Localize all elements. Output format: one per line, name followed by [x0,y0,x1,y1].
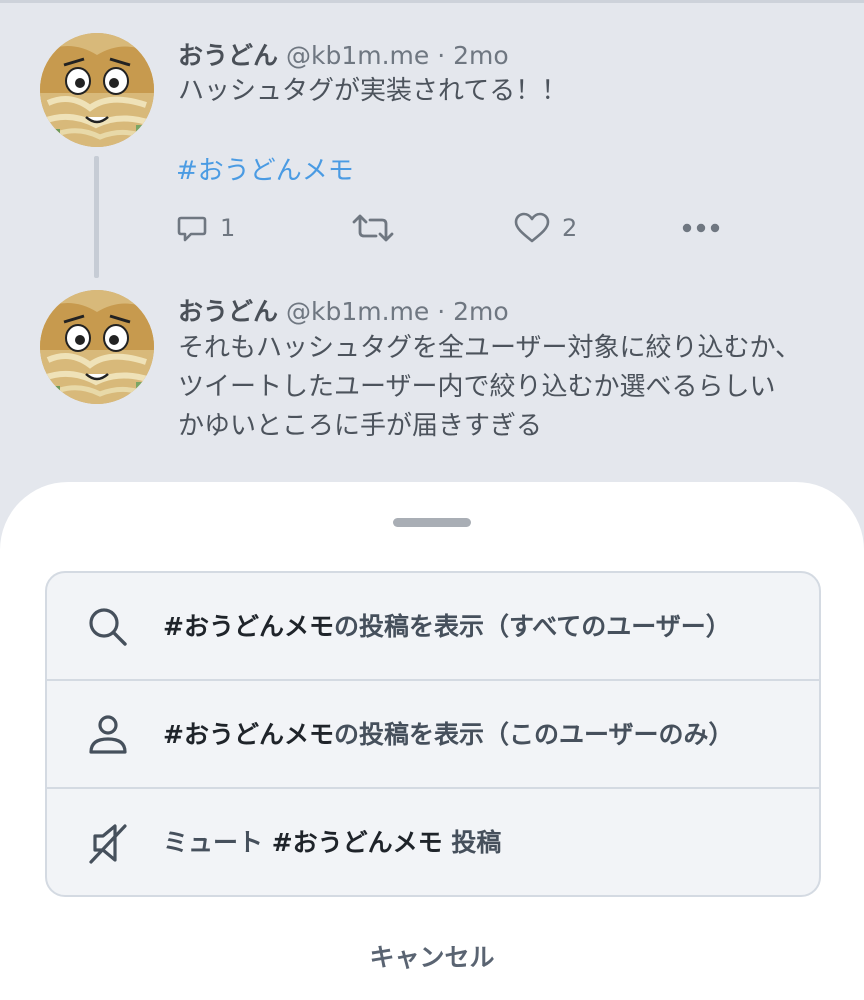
menu-item-hashtag: #おうどんメモ [271,828,443,857]
reply-icon [176,212,208,244]
post-2[interactable]: おうどん @kb1m.me · 2mo それもハッシュタグを全ユーザー対象に絞り… [0,278,864,478]
person-icon [87,714,129,756]
post-time[interactable]: 2mo [453,41,509,70]
menu-item-mute-hashtag[interactable]: ミュート #おうどんメモ 投稿 [47,789,819,895]
post-header: おうどん @kb1m.me · 2mo [178,36,509,70]
sheet-grabber-handle[interactable] [393,518,471,527]
menu-item-suffix: 投稿 [442,828,502,857]
hashtag-link[interactable]: #おうどんメモ [176,150,354,187]
menu-item-label: #おうどんメモの投稿を表示（すべてのユーザー） [163,573,731,680]
avatar[interactable] [40,33,154,147]
author-name[interactable]: おうどん [178,41,278,70]
menu-item-view-all-users[interactable]: #おうどんメモの投稿を表示（すべてのユーザー） [47,573,819,680]
like-count: 2 [562,214,578,242]
menu-item-view-this-user[interactable]: #おうどんメモの投稿を表示（このユーザーのみ） [47,681,819,788]
post-header: おうどん @kb1m.me · 2mo [178,292,509,326]
like-button[interactable]: 2 [514,210,577,246]
like-icon [514,212,550,244]
separator: · [437,41,446,70]
menu-item-text: の投稿を表示（すべてのユーザー） [333,612,731,641]
author-handle[interactable]: @kb1m.me [286,41,429,70]
more-icon [682,223,720,233]
thread-line [94,156,99,278]
author-name[interactable]: おうどん [178,297,278,326]
reply-button[interactable]: 1 [176,210,235,246]
post-text: ハッシュタグが実装されてる！！ [178,72,567,111]
mute-icon [87,822,129,864]
separator: · [437,297,446,326]
post-text: それもハッシュタグを全ユーザー対象に絞り込むか、 ツイートしたユーザー内で絞り込… [178,329,801,446]
menu-item-hashtag: #おうどんメモ [163,720,334,749]
menu-item-label: ミュート #おうどんメモ 投稿 [163,789,502,895]
menu-item-prefix: ミュート [163,828,272,857]
post-text-line: それもハッシュタグを全ユーザー対象に絞り込むか、 [178,333,801,363]
hashtag-options-menu: #おうどんメモの投稿を表示（すべてのユーザー） #おうどんメモの投稿を表示（この… [45,571,821,897]
avatar[interactable] [40,290,154,404]
menu-item-hashtag: #おうどんメモ [163,612,334,641]
repost-button[interactable] [352,210,394,246]
post-1[interactable]: おうどん @kb1m.me · 2mo ハッシュタグが実装されてる！！ #おうど… [0,0,864,278]
search-icon [87,606,129,648]
more-button[interactable] [682,210,720,246]
menu-item-text: の投稿を表示（このユーザーのみ） [333,720,734,749]
bottom-sheet: #おうどんメモの投稿を表示（すべてのユーザー） #おうどんメモの投稿を表示（この… [0,482,864,1000]
post-text-line: ツイートしたユーザー内で絞り込むか選べるらしい [178,372,776,402]
author-handle[interactable]: @kb1m.me [286,297,429,326]
cancel-button[interactable]: キャンセル [332,932,532,984]
post-text-line: かゆいところに手が届きすぎる [178,411,543,441]
reply-count: 1 [220,214,236,242]
menu-item-label: #おうどんメモの投稿を表示（このユーザーのみ） [163,681,733,788]
post-text-line: ハッシュタグが実装されてる！！ [178,76,568,106]
repost-icon [352,212,394,244]
post-time[interactable]: 2mo [453,297,509,326]
